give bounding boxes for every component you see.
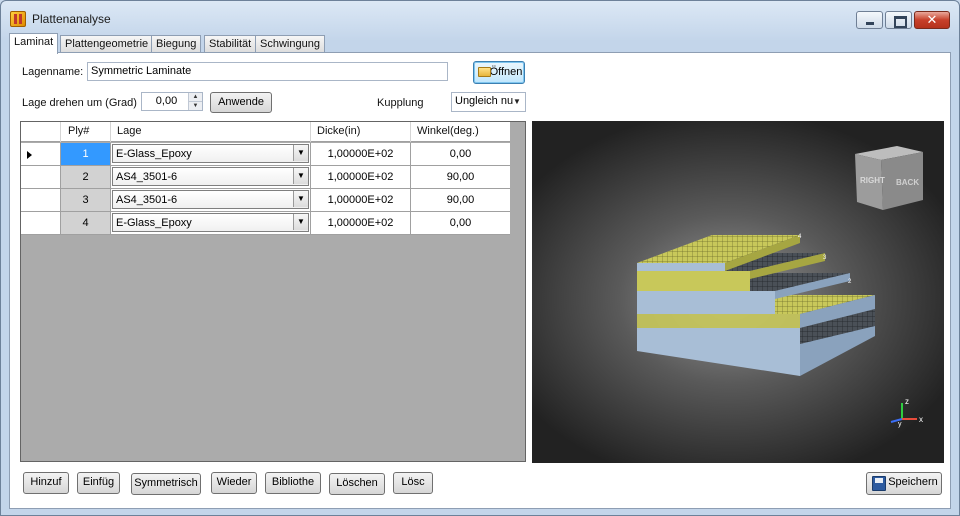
table-row[interactable]: 2 AS4_3501-6 ▼ 1,00000E+02 90,00 <box>21 166 511 189</box>
material-cell[interactable]: AS4_3501-6 ▼ <box>111 189 311 212</box>
close-icon: ✕ <box>926 12 938 27</box>
axis-y-label: y <box>898 421 902 428</box>
spin-up-icon[interactable]: ▲ <box>189 93 202 102</box>
material-combo[interactable]: E-Glass_Epoxy <box>112 144 309 163</box>
angle-cell[interactable]: 0,00 <box>411 143 511 166</box>
window-title: Plattenanalyse <box>32 12 111 26</box>
minimize-button[interactable] <box>856 11 883 29</box>
material-cell[interactable]: E-Glass_Epoxy ▼ <box>111 143 311 166</box>
tab-laminat[interactable]: Laminat <box>9 33 59 54</box>
folder-icon <box>478 67 491 77</box>
coupling-label: Kupplung <box>377 97 424 109</box>
rotate-spinner[interactable]: ▲ ▼ <box>188 93 202 110</box>
layup-name-label: Lagenname: <box>22 66 84 78</box>
material-cell[interactable]: AS4_3501-6 ▼ <box>111 166 311 189</box>
col-header-winkel[interactable]: Winkel(deg.) <box>411 122 511 142</box>
ply-label-4: 4 <box>798 234 802 240</box>
axis-z-label: z <box>905 397 909 406</box>
axis-triad: z x y <box>890 397 923 428</box>
ply-label-3: 3 <box>823 255 827 261</box>
ply-number-cell[interactable]: 2 <box>61 166 111 189</box>
add-ply-button[interactable]: Hinzuf <box>23 472 69 494</box>
tab-stabilitaet[interactable]: Stabilität <box>204 35 257 53</box>
chevron-down-icon[interactable]: ▼ <box>293 191 308 207</box>
thickness-cell[interactable]: 1,00000E+02 <box>311 143 411 166</box>
ply-label-2: 2 <box>848 279 852 285</box>
layup-name-input[interactable]: Symmetric Laminate <box>87 62 448 81</box>
delete-button[interactable]: Löschen <box>329 473 385 495</box>
row-header[interactable] <box>21 212 61 235</box>
tab-plattengeometrie[interactable]: Plattengeometrie <box>60 35 154 53</box>
laminate-3d-scene: 4 3 2 RIGHT BACK z x y <box>637 146 923 428</box>
open-button[interactable]: Öffnen <box>473 61 525 84</box>
open-button-label: Öffnen <box>489 66 523 78</box>
table-row[interactable]: 3 AS4_3501-6 ▼ 1,00000E+02 90,00 <box>21 189 511 212</box>
save-button-label: Speichern <box>888 476 938 488</box>
table-row[interactable]: 4 E-Glass_Epoxy ▼ 1,00000E+02 0,00 <box>21 212 511 235</box>
rotate-angle-input[interactable]: 0,00 ▲ ▼ <box>141 92 203 111</box>
col-header-ply[interactable]: Ply# <box>61 122 111 142</box>
row-header[interactable] <box>21 189 61 212</box>
ply-number-cell[interactable]: 3 <box>61 189 111 212</box>
chevron-down-icon: ▼ <box>513 97 521 106</box>
angle-cell[interactable]: 90,00 <box>411 166 511 189</box>
coupling-value: Ungleich nu <box>455 95 514 107</box>
apply-button[interactable]: Anwende <box>210 92 272 113</box>
maximize-button[interactable] <box>885 11 912 29</box>
chevron-down-icon[interactable]: ▼ <box>293 214 308 230</box>
row-header-corner <box>21 122 61 142</box>
thickness-cell[interactable]: 1,00000E+02 <box>311 189 411 212</box>
angle-cell[interactable]: 0,00 <box>411 212 511 235</box>
material-combo[interactable]: E-Glass_Epoxy <box>112 213 309 232</box>
table-row[interactable]: 1 E-Glass_Epoxy ▼ 1,00000E+02 0,00 <box>21 143 511 166</box>
laminate-3d-view[interactable]: 4 3 2 RIGHT BACK z x y <box>532 121 944 463</box>
coupling-select[interactable]: Ungleich nu ▼ <box>451 92 526 112</box>
rotate-angle-value: 0,00 <box>155 95 178 107</box>
close-button[interactable]: ✕ <box>914 11 950 29</box>
insert-ply-button[interactable]: Einfüg <box>77 472 120 494</box>
view-cube-back-label: BACK <box>896 178 919 187</box>
ply-table[interactable]: Ply# Lage Dicke(in) Winkel(deg.) 1 E-Gla… <box>20 121 526 462</box>
col-header-lage[interactable]: Lage <box>111 122 311 142</box>
thickness-cell[interactable]: 1,00000E+02 <box>311 166 411 189</box>
repeat-button[interactable]: Wieder <box>211 472 257 494</box>
title-bar[interactable]: Plattenanalyse ✕ <box>1 1 959 33</box>
chevron-down-icon[interactable]: ▼ <box>293 145 308 161</box>
symmetric-button[interactable]: Symmetrisch <box>131 473 201 495</box>
app-icon <box>10 11 26 27</box>
spin-down-icon[interactable]: ▼ <box>189 102 202 110</box>
ply-number-cell[interactable]: 1 <box>61 143 111 166</box>
current-row-icon <box>27 151 32 159</box>
row-header[interactable] <box>21 143 61 166</box>
axis-x-label: x <box>919 415 923 424</box>
rotate-label: Lage drehen um (Grad) <box>22 97 137 109</box>
angle-cell[interactable]: 90,00 <box>411 189 511 212</box>
table-vertical-scrollbar[interactable] <box>510 122 525 461</box>
app-window: Plattenanalyse ✕ Laminat Plattengeometri… <box>0 0 960 516</box>
col-header-dicke[interactable]: Dicke(in) <box>311 122 411 142</box>
view-cube-right-label: RIGHT <box>860 176 885 185</box>
save-button[interactable]: Speichern <box>866 472 942 495</box>
chevron-down-icon[interactable]: ▼ <box>293 168 308 184</box>
tab-biegung[interactable]: Biegung <box>151 35 202 53</box>
material-combo[interactable]: AS4_3501-6 <box>112 190 309 209</box>
material-cell[interactable]: E-Glass_Epoxy ▼ <box>111 212 311 235</box>
ply-table-header: Ply# Lage Dicke(in) Winkel(deg.) <box>21 122 511 142</box>
delete-all-button[interactable]: Lösc <box>393 472 433 494</box>
thickness-cell[interactable]: 1,00000E+02 <box>311 212 411 235</box>
material-combo[interactable]: AS4_3501-6 <box>112 167 309 186</box>
library-button[interactable]: Bibliothe <box>265 472 321 494</box>
tab-schwingung[interactable]: Schwingung <box>255 35 325 53</box>
ply-number-cell[interactable]: 4 <box>61 212 111 235</box>
row-header[interactable] <box>21 166 61 189</box>
save-disk-icon <box>872 476 886 491</box>
view-cube[interactable]: RIGHT BACK <box>855 146 923 210</box>
